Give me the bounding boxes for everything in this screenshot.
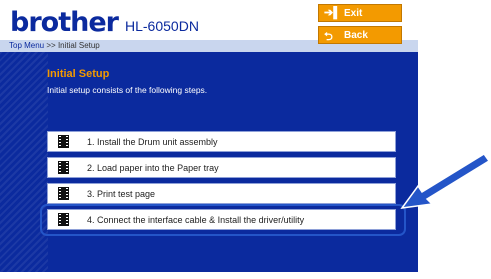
page-title: Initial Setup: [47, 68, 110, 80]
film-icon: [58, 135, 69, 148]
step-1-button[interactable]: 1. Install the Drum unit assembly: [47, 131, 396, 152]
back-button[interactable]: ⮌ Back: [318, 26, 402, 44]
brother-logo: brother: [10, 7, 119, 38]
decorative-stripes: [0, 52, 48, 272]
step-label: 1. Install the Drum unit assembly: [87, 137, 218, 147]
step-2-button[interactable]: 2. Load paper into the Paper tray: [47, 157, 396, 178]
breadcrumb-separator: >>: [46, 41, 56, 50]
back-label: Back: [344, 30, 368, 41]
breadcrumb-current: Initial Setup: [57, 41, 100, 50]
breadcrumb-top-menu-link[interactable]: Top Menu: [9, 41, 44, 50]
step-4-highlight-outline: [40, 204, 406, 236]
step-3-button[interactable]: 3. Print test page: [47, 183, 396, 204]
film-icon: [58, 161, 69, 174]
pointer-arrow-icon: [400, 152, 491, 209]
step-label: 2. Load paper into the Paper tray: [87, 163, 219, 173]
page-subtitle: Initial setup consists of the following …: [47, 85, 208, 95]
exit-icon: ➔▌: [324, 7, 342, 19]
back-arrow-icon: ⮌: [324, 31, 333, 43]
breadcrumb: Top Menu >> Initial Setup: [9, 40, 100, 52]
exit-label: Exit: [344, 8, 363, 19]
step-label: 3. Print test page: [87, 189, 156, 199]
header-bar: brother HL-6050DN Top Menu >> Initial Se…: [0, 0, 418, 52]
setup-window: brother HL-6050DN Top Menu >> Initial Se…: [0, 0, 418, 272]
film-icon: [58, 187, 69, 200]
exit-button[interactable]: ➔▌ Exit: [318, 4, 402, 22]
model-name: HL-6050DN: [125, 18, 199, 34]
